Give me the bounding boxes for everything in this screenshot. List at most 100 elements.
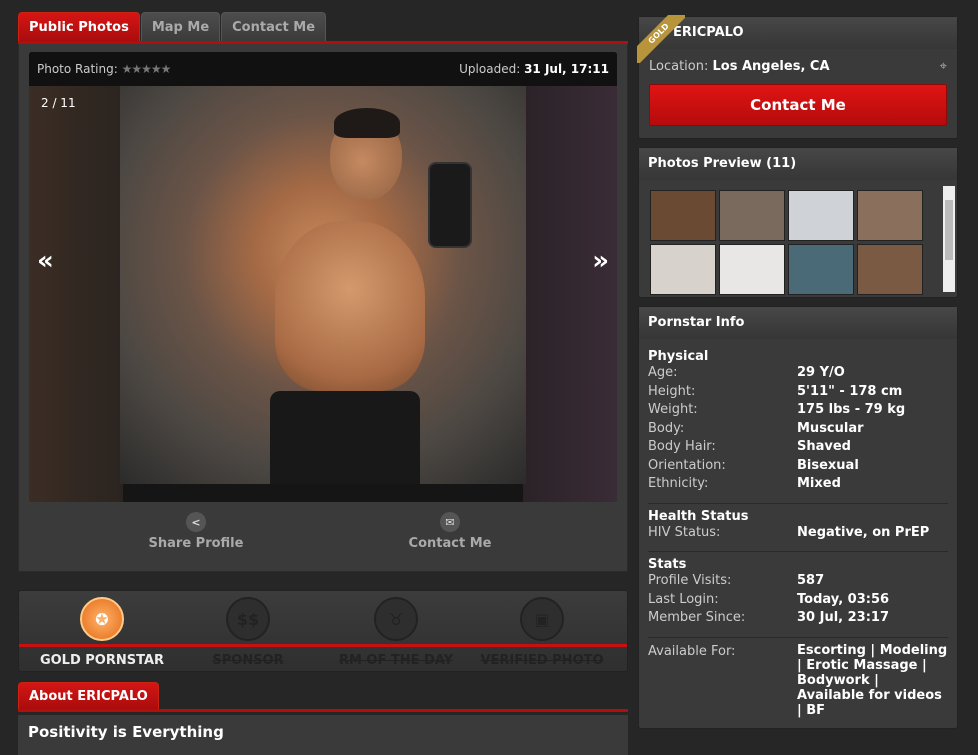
thumbnail[interactable] bbox=[788, 244, 854, 295]
horns-icon: ♉ bbox=[374, 597, 418, 641]
health-title: Health Status bbox=[648, 508, 749, 524]
photo-figure-shorts bbox=[270, 391, 420, 484]
about-tabs: About ERICPALO bbox=[18, 682, 628, 712]
tab-map-me[interactable]: Map Me bbox=[140, 12, 221, 42]
photo-rating: Photo Rating: ★★★★★ bbox=[37, 62, 172, 76]
tab-public-photos[interactable]: Public Photos bbox=[18, 12, 140, 42]
physical-title: Physical bbox=[648, 349, 709, 364]
stats-list: Profile Visits: 587 Last Login: Today, 03:5… bbox=[648, 572, 948, 628]
info-row: Orientation: Bisexual bbox=[648, 457, 948, 476]
profile-photo[interactable] bbox=[120, 86, 526, 484]
thumbnail[interactable] bbox=[650, 244, 716, 295]
info-row: Body Hair: Shaved bbox=[648, 438, 948, 457]
info-row: Profile Visits: 587 bbox=[648, 572, 948, 591]
divider bbox=[648, 551, 948, 552]
available-value: Escorting | Modeling | Erotic Massage | … bbox=[797, 642, 948, 718]
contact-me-action-button[interactable]: ✉ Contact Me bbox=[370, 512, 530, 551]
photo-phone bbox=[428, 162, 472, 248]
thumbnail[interactable] bbox=[719, 244, 785, 295]
divider bbox=[648, 636, 948, 638]
info-key: Height: bbox=[648, 383, 696, 399]
info-value: 30 Jul, 23:17 bbox=[797, 610, 890, 625]
tab-contact-me[interactable]: Contact Me bbox=[221, 12, 327, 42]
stats-title: Stats bbox=[648, 557, 687, 572]
info-row: HIV Status: Negative, on PrEP bbox=[648, 524, 948, 543]
physical-list: Age: 29 Y/O Height: 5'11" - 178 cm Weight: 17… bbox=[648, 364, 948, 494]
share-icon: < bbox=[186, 512, 206, 532]
share-profile-label: Share Profile bbox=[148, 536, 244, 551]
contact-me-button[interactable]: Contact Me bbox=[649, 84, 947, 126]
info-title: Pornstar Info bbox=[639, 307, 957, 339]
contact-me-label: Contact Me bbox=[408, 536, 492, 551]
badge-label: VERIFIED PHOTO bbox=[480, 653, 604, 668]
info-key: Orientation: bbox=[648, 457, 726, 473]
available-row: Available For: Escorting | Modeling | Er… bbox=[648, 643, 948, 718]
info-row: Body: Muscular bbox=[648, 420, 948, 439]
info-key: Weight: bbox=[648, 402, 698, 417]
divider bbox=[648, 502, 948, 504]
available-label: Available For: bbox=[648, 643, 736, 659]
map-pin-icon[interactable]: ⌖ bbox=[940, 59, 947, 74]
info-body: Physical Age: 29 Y/O Height: 5'11" - 178 cm… bbox=[639, 339, 957, 728]
about-tab-bar: About ERICPALO bbox=[18, 682, 628, 712]
info-key: Body Hair: bbox=[648, 439, 716, 454]
photo-uploaded: Uploaded: 31 Jul, 17:11 bbox=[459, 62, 609, 76]
info-value: 5'11" - 178 cm bbox=[797, 383, 903, 399]
gold-ribbon: GOLD bbox=[637, 15, 685, 63]
thumbnail[interactable] bbox=[719, 190, 785, 241]
badge-label: GOLD PORNSTAR bbox=[39, 653, 165, 668]
info-value: Shaved bbox=[797, 439, 851, 454]
thumbnail[interactable] bbox=[857, 190, 923, 241]
location-row: Location: Los Angeles, CA ⌖ bbox=[639, 49, 957, 84]
badge-gold-pornstar[interactable]: ✪ GOLD PORNSTAR bbox=[29, 597, 175, 668]
left-column: Public Photos Map Me Contact Me Photo Ra… bbox=[18, 12, 628, 572]
badge-label: SPONSOR bbox=[212, 653, 284, 668]
info-value: Today, 03:56 bbox=[797, 591, 890, 607]
info-key: Profile Visits: bbox=[648, 573, 732, 588]
info-value: Mixed bbox=[797, 476, 841, 491]
share-profile-button[interactable]: < Share Profile bbox=[116, 512, 276, 551]
info-value: Muscular bbox=[797, 420, 864, 436]
badge-sponsor[interactable]: $$ SPONSOR bbox=[175, 597, 321, 668]
info-row: Height: 5'11" - 178 cm bbox=[648, 383, 948, 402]
info-value: 175 lbs - 79 kg bbox=[797, 402, 906, 417]
uploaded-value: 31 Jul, 17:11 bbox=[524, 62, 609, 76]
location-value: Los Angeles, CA bbox=[712, 59, 830, 74]
about-headline: Positivity is Everything bbox=[28, 723, 224, 741]
info-value: 29 Y/O bbox=[797, 365, 845, 380]
info-row: Weight: 175 lbs - 79 kg bbox=[648, 401, 948, 420]
photo-viewer: Photo Rating: ★★★★★ Uploaded: 31 Jul, 17… bbox=[29, 52, 617, 502]
info-key: Age: bbox=[648, 365, 678, 380]
badge-rm-of-the-day[interactable]: ♉ RM OF THE DAY bbox=[323, 597, 469, 668]
badge-verified-photo[interactable]: ▣ VERIFIED PHOTO bbox=[469, 597, 615, 668]
info-value: 587 bbox=[797, 573, 825, 588]
info-row: Member Since: 30 Jul, 23:17 bbox=[648, 609, 948, 628]
info-key: Member Since: bbox=[648, 610, 746, 625]
info-row: Age: 29 Y/O bbox=[648, 364, 948, 383]
profile-box: GOLD ERICPALO Location: Los Angeles, CA … bbox=[637, 15, 958, 139]
thumbnail[interactable] bbox=[857, 244, 923, 295]
badges-bar: ✪ GOLD PORNSTAR $$ SPONSOR ♉ RM OF THE D… bbox=[18, 590, 628, 672]
info-key: Ethnicity: bbox=[648, 476, 709, 491]
photo-actions: < Share Profile ✉ Contact Me bbox=[29, 512, 617, 551]
info-key: Body: bbox=[648, 420, 685, 436]
prev-photo-arrow-icon[interactable]: « bbox=[37, 246, 54, 276]
info-value: Bisexual bbox=[797, 457, 859, 473]
info-box: Pornstar Info Physical Age: 29 Y/O Height:… bbox=[638, 306, 958, 729]
scrollbar-thumb[interactable] bbox=[945, 200, 953, 260]
next-photo-arrow-icon[interactable]: » bbox=[592, 246, 609, 276]
photo-tabs: Public Photos Map Me Contact Me bbox=[18, 12, 628, 44]
gold-ribbon-label: GOLD bbox=[637, 15, 685, 63]
rating-stars[interactable]: ★★★★★ bbox=[122, 62, 172, 76]
thumbnail[interactable] bbox=[650, 190, 716, 241]
envelope-icon: ✉ bbox=[440, 512, 460, 532]
thumbnail[interactable] bbox=[788, 190, 854, 241]
photos-preview-box: Photos Preview (11) bbox=[638, 147, 958, 298]
profile-header: GOLD ERICPALO bbox=[637, 15, 957, 63]
tab-about[interactable]: About ERICPALO bbox=[18, 682, 159, 710]
photo-figure-hair bbox=[334, 108, 400, 138]
photo-counter: 2 / 11 bbox=[41, 96, 76, 110]
health-list: HIV Status: Negative, on PrEP bbox=[648, 524, 948, 543]
info-row: Last Login: Today, 03:56 bbox=[648, 591, 948, 610]
thumbnail-scrollbar[interactable] bbox=[943, 186, 955, 292]
